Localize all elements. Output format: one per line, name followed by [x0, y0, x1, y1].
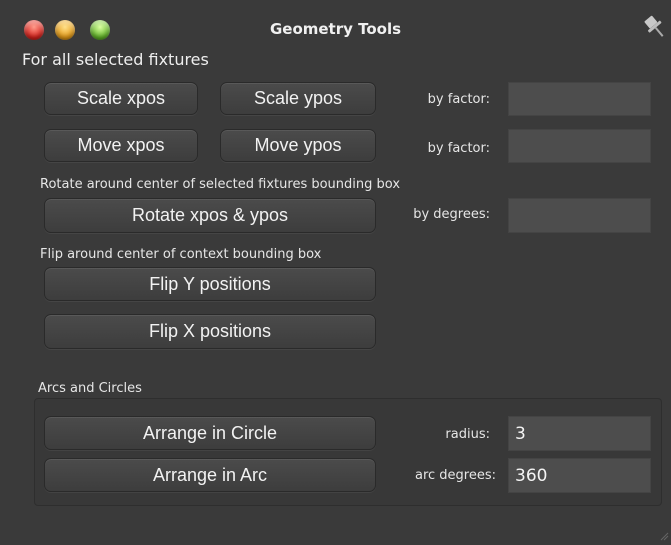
- move-factor-field[interactable]: [508, 129, 651, 163]
- resize-grip-icon[interactable]: [659, 526, 669, 541]
- rotate-degrees-label: by degrees:: [413, 207, 490, 222]
- scale-xpos-button[interactable]: Scale xpos: [44, 82, 198, 115]
- arrange-in-arc-button[interactable]: Arrange in Arc: [44, 458, 376, 492]
- flip-y-positions-button[interactable]: Flip Y positions: [44, 267, 376, 301]
- flip-section-heading: Flip around center of context bounding b…: [40, 247, 322, 262]
- scale-factor-label: by factor:: [427, 92, 490, 107]
- move-factor-label: by factor:: [427, 141, 490, 156]
- rotate-section-heading: Rotate around center of selected fixture…: [40, 177, 401, 192]
- pin-icon[interactable]: [640, 12, 670, 42]
- flip-x-positions-button[interactable]: Flip X positions: [44, 314, 376, 349]
- move-ypos-button[interactable]: Move ypos: [220, 129, 376, 162]
- section-heading-selected-fixtures: For all selected fixtures: [22, 50, 209, 69]
- arcs-section-heading: Arcs and Circles: [38, 381, 142, 396]
- arrange-in-circle-button[interactable]: Arrange in Circle: [44, 416, 376, 450]
- scale-factor-field[interactable]: [508, 82, 651, 116]
- radius-field[interactable]: 3: [508, 416, 651, 451]
- move-xpos-button[interactable]: Move xpos: [44, 129, 198, 162]
- rotate-degrees-field[interactable]: [508, 198, 651, 233]
- radius-label: radius:: [445, 427, 490, 442]
- scale-ypos-button[interactable]: Scale ypos: [220, 82, 376, 115]
- rotate-xpos-ypos-button[interactable]: Rotate xpos & ypos: [44, 198, 376, 233]
- arc-degrees-label: arc degrees:: [414, 468, 496, 483]
- arc-degrees-field[interactable]: 360: [508, 458, 651, 493]
- window-title: Geometry Tools: [269, 20, 402, 38]
